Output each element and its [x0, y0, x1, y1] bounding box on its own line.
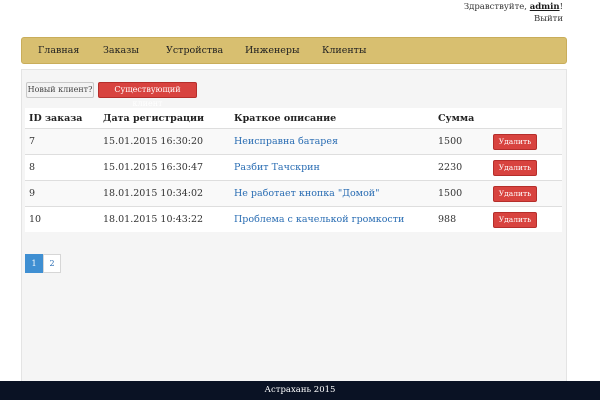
- order-date-cell: 18.01.2015 10:43:22: [103, 214, 204, 225]
- order-date-cell: 15.01.2015 16:30:20: [103, 136, 204, 147]
- delete-order-button[interactable]: Удалить: [493, 186, 537, 202]
- order-description-link[interactable]: Разбит Тачскрин: [234, 162, 320, 173]
- order-sum-cell: 1500: [438, 188, 463, 199]
- greeting-text: Здравствуйте,: [463, 2, 528, 12]
- order-id-cell: 8: [29, 162, 36, 173]
- table-header-row: ID заказа Дата регистрации Краткое описа…: [25, 108, 562, 128]
- delete-order-button[interactable]: Удалить: [493, 134, 537, 150]
- username-link[interactable]: admin: [530, 2, 560, 12]
- new-client-button[interactable]: Новый клиент?: [26, 82, 94, 98]
- column-header-order-id[interactable]: ID заказа: [29, 113, 82, 124]
- order-sum-cell: 2230: [438, 162, 463, 173]
- main-navbar: Главная Заказы Устройства Инженеры Клиен…: [21, 37, 567, 64]
- order-id-cell: 7: [29, 136, 36, 147]
- order-date-cell: 15.01.2015 16:30:47: [103, 162, 204, 173]
- user-greeting: Здравствуйте, admin! Выйти: [464, 1, 563, 25]
- greeting-suffix: !: [559, 2, 563, 12]
- column-header-sum[interactable]: Сумма: [438, 113, 474, 124]
- page-button-1[interactable]: 1: [25, 254, 43, 273]
- nav-item-devices[interactable]: Устройства: [166, 45, 223, 56]
- column-header-date[interactable]: Дата регистрации: [103, 113, 204, 124]
- table-row: 8 15.01.2015 16:30:47 Разбит Тачскрин 22…: [25, 154, 562, 180]
- delete-order-button[interactable]: Удалить: [493, 212, 537, 228]
- order-description-link[interactable]: Проблема с качелькой громкости: [234, 214, 404, 225]
- page-button-2[interactable]: 2: [43, 254, 61, 273]
- table-row: 9 18.01.2015 10:34:02 Не работает кнопка…: [25, 180, 562, 206]
- orders-table: ID заказа Дата регистрации Краткое описа…: [25, 108, 562, 232]
- nav-item-clients[interactable]: Клиенты: [322, 45, 367, 56]
- order-id-cell: 9: [29, 188, 36, 199]
- order-description-link[interactable]: Не работает кнопка "Домой": [234, 188, 380, 199]
- delete-order-button[interactable]: Удалить: [493, 160, 537, 176]
- order-sum-cell: 1500: [438, 136, 463, 147]
- nav-item-orders[interactable]: Заказы: [103, 45, 139, 56]
- table-row: 7 15.01.2015 16:30:20 Неисправна батарея…: [25, 128, 562, 154]
- nav-item-engineers[interactable]: Инженеры: [245, 45, 300, 56]
- page-footer: Астрахань 2015: [0, 381, 600, 400]
- order-sum-cell: 988: [438, 214, 457, 225]
- existing-client-button[interactable]: Существующий клиент: [98, 82, 197, 108]
- column-header-description[interactable]: Краткое описание: [234, 113, 336, 124]
- order-date-cell: 18.01.2015 10:34:02: [103, 188, 204, 199]
- logout-link[interactable]: Выйти: [464, 13, 563, 25]
- table-row: 10 18.01.2015 10:43:22 Проблема с качель…: [25, 206, 562, 232]
- order-id-cell: 10: [29, 214, 42, 225]
- order-description-link[interactable]: Неисправна батарея: [234, 136, 338, 147]
- nav-item-home[interactable]: Главная: [38, 45, 79, 56]
